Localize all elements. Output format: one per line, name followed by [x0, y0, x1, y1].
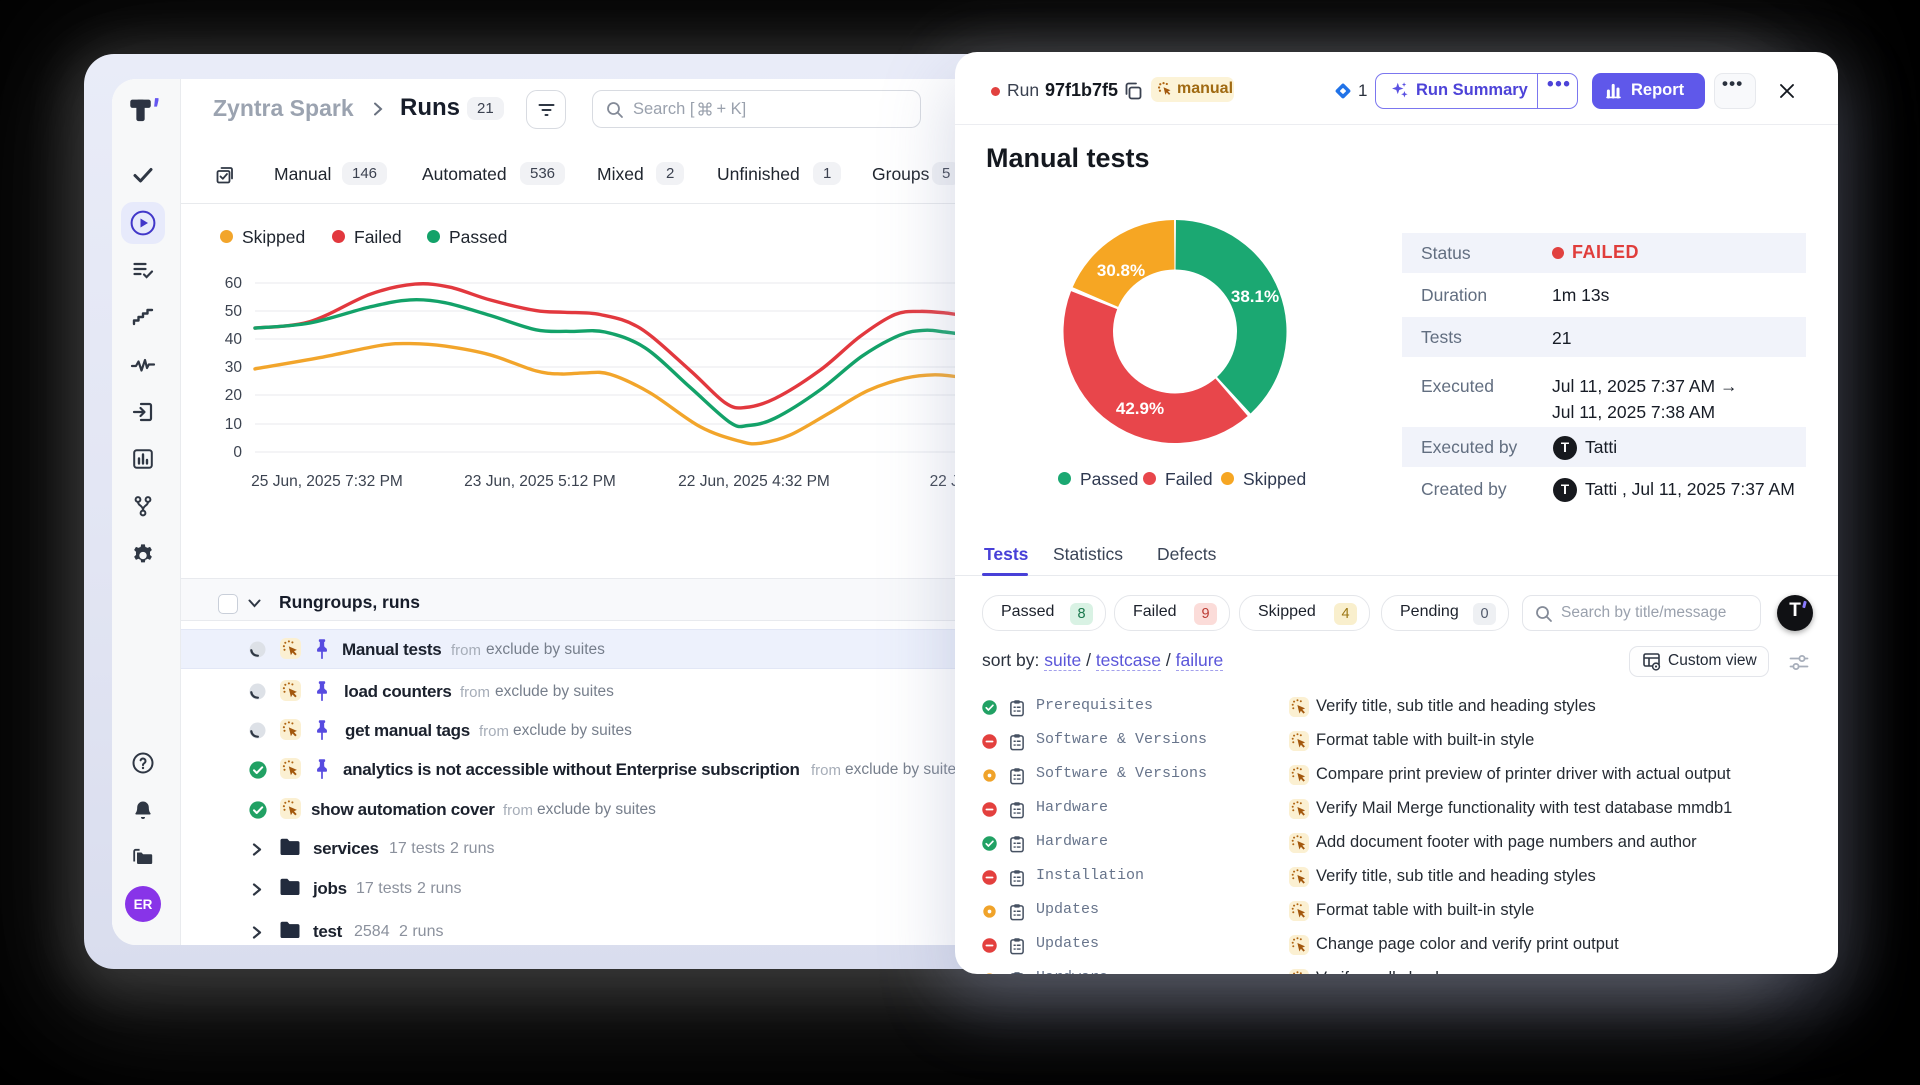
svg-text:30.8%: 30.8% [1097, 261, 1145, 280]
svg-text:20: 20 [225, 387, 243, 404]
svg-text:0: 0 [233, 444, 242, 461]
svg-text:38.1%: 38.1% [1231, 287, 1279, 306]
svg-text:22 Jun, 2025 4:32 PM: 22 Jun, 2025 4:32 PM [678, 473, 830, 490]
svg-text:25 Jun, 2025 7:32 PM: 25 Jun, 2025 7:32 PM [251, 473, 403, 490]
svg-text:42.9%: 42.9% [1116, 399, 1164, 418]
svg-text:60: 60 [225, 275, 243, 292]
svg-text:23 Jun, 2025 5:12 PM: 23 Jun, 2025 5:12 PM [464, 473, 616, 490]
svg-text:40: 40 [225, 331, 243, 348]
svg-text:10: 10 [225, 416, 243, 433]
svg-text:30: 30 [225, 359, 243, 376]
svg-text:50: 50 [225, 303, 243, 320]
